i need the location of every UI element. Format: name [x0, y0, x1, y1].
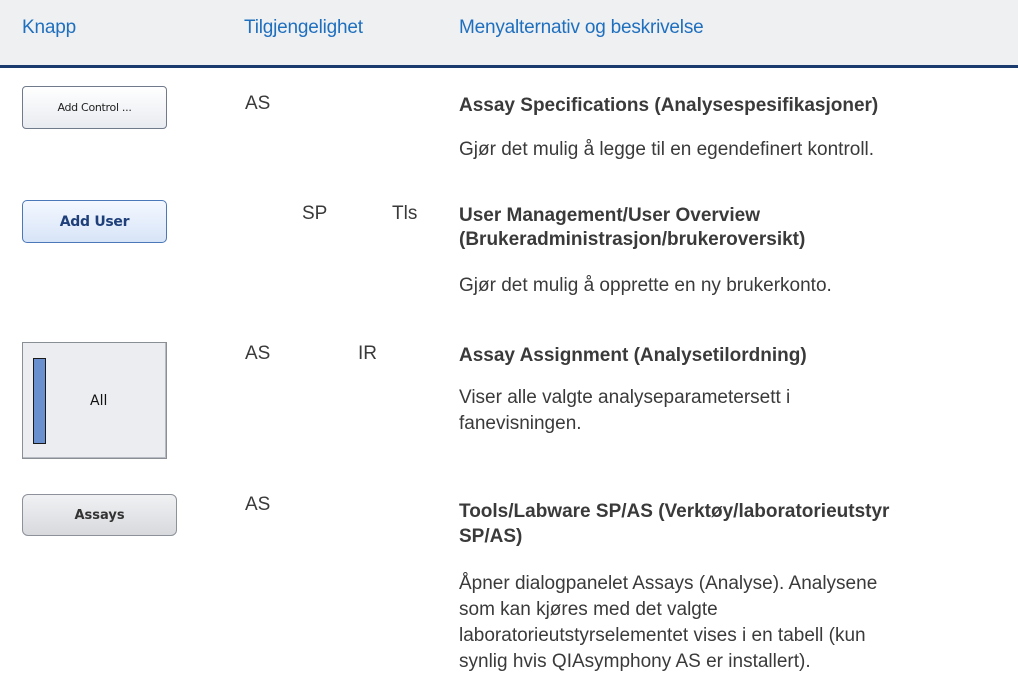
row-description-line2: fanevisningen.	[459, 413, 582, 434]
header-availability-column: Tilgjengelighet	[244, 17, 363, 38]
row-title-line2: SP/AS)	[459, 526, 523, 547]
header-button-column: Knapp	[22, 17, 76, 38]
row-title-line1: Tools/Labware SP/AS (Verktøy/laboratorie…	[459, 501, 890, 522]
assays-button: Assays	[22, 494, 177, 536]
row-title-line1: User Management/User Overview	[459, 205, 760, 226]
availability-sp: SP	[302, 203, 328, 224]
row-description: Gjør det mulig å legge til en egendefine…	[459, 139, 875, 160]
selection-bar-icon	[33, 358, 46, 444]
row-description-line1: Viser alle valgte analyseparametersett i	[459, 387, 791, 408]
row-title: Assay Specifications (Analysespesifikasj…	[459, 95, 879, 116]
row-title-line2: (Brukeradministrasjon/brukeroversikt)	[459, 229, 806, 250]
header-menu-column: Menyalternativ og beskrivelse	[459, 17, 704, 38]
add-control-button-label: Add Control ...	[57, 101, 132, 114]
availability-ir: IR	[358, 343, 377, 364]
availability-as: AS	[245, 494, 271, 515]
row-description: Gjør det mulig å opprette en ny brukerko…	[459, 275, 832, 296]
all-button-label: All	[90, 393, 108, 409]
add-control-button: Add Control ...	[22, 86, 167, 129]
row-description-line1: Åpner dialogpanelet Assays (Analyse). An…	[459, 573, 878, 594]
table-header: Knapp Tilgjengelighet Menyalternativ og …	[0, 0, 1018, 68]
availability-as: AS	[245, 93, 271, 114]
row-title: Assay Assignment (Analysetilordning)	[459, 345, 807, 366]
add-user-button-label: Add User	[59, 213, 130, 230]
availability-tls: Tls	[392, 203, 418, 224]
availability-as: AS	[245, 343, 271, 364]
add-user-button: Add User	[22, 200, 167, 243]
row-description-line4: synlig hvis QIAsymphony AS er installert…	[459, 651, 811, 672]
row-description-line3: laboratorieutstyrselementet vises i en t…	[459, 625, 866, 646]
assays-button-label: Assays	[74, 507, 125, 523]
all-button: All	[22, 342, 167, 459]
row-description-line2: som kan kjøres med det valgte	[459, 599, 718, 620]
